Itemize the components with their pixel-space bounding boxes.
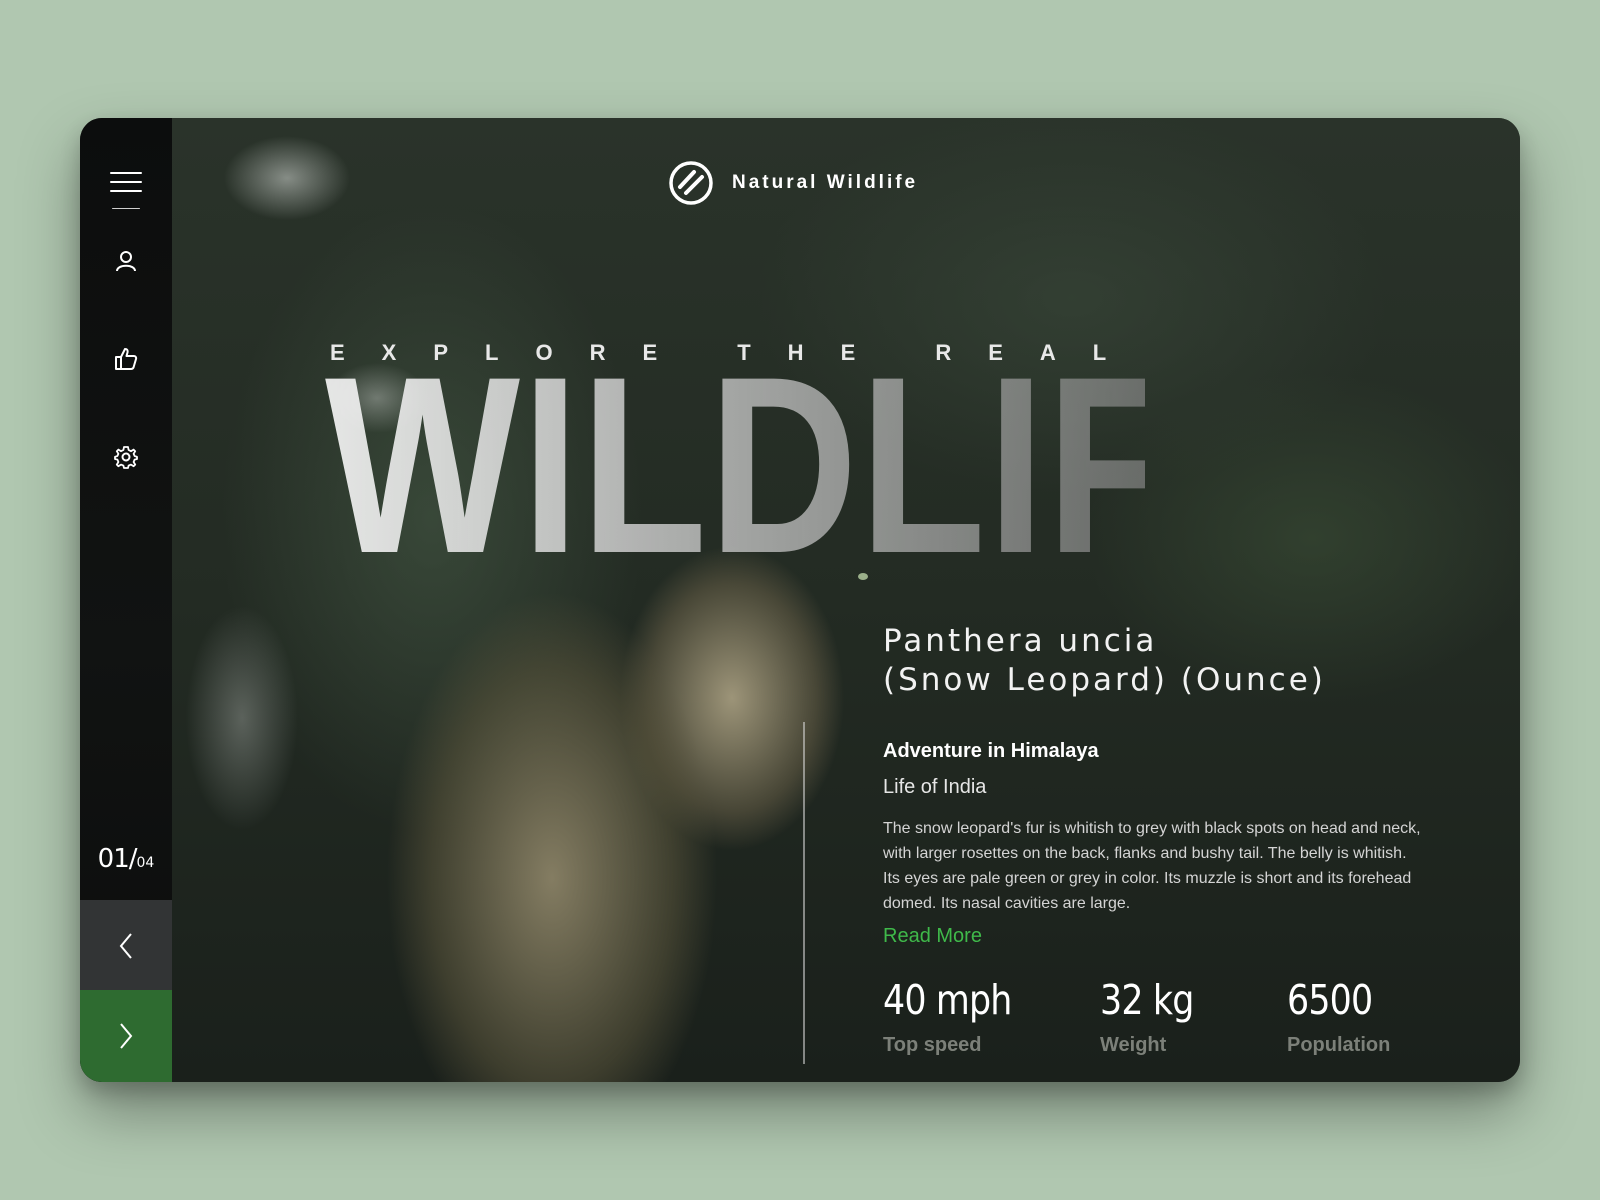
menu-icon[interactable] bbox=[110, 172, 142, 212]
stat-value: 6500 bbox=[1287, 976, 1373, 1024]
brand-logo[interactable]: Natural Wildlife bbox=[668, 160, 918, 206]
stat-top-speed: 40 mph Top speed bbox=[883, 976, 1034, 1057]
stat-population: 6500 Population bbox=[1287, 976, 1390, 1057]
previous-button[interactable] bbox=[80, 900, 172, 992]
species-scientific-name: Panthera uncia bbox=[883, 623, 1158, 659]
article-description: The snow leopard's fur is whitish to gre… bbox=[883, 820, 1421, 912]
stat-value: 32 kg bbox=[1100, 976, 1194, 1024]
species-common-name: (Snow Leopard) (Ounce) bbox=[883, 662, 1326, 698]
stat-label: Top speed bbox=[883, 1034, 982, 1056]
read-more-link[interactable]: Read More bbox=[883, 925, 982, 948]
stat-label: Weight bbox=[1100, 1034, 1167, 1056]
thumbs-up-icon[interactable] bbox=[113, 346, 139, 372]
stat-label: Population bbox=[1287, 1034, 1391, 1056]
stat-weight: 32 kg Weight bbox=[1100, 976, 1210, 1057]
slide-counter: 01/04 bbox=[80, 844, 172, 874]
article-location: Life of India bbox=[883, 776, 987, 798]
sidebar: 01/04 bbox=[80, 118, 172, 1082]
current-slide: 01/ bbox=[97, 844, 138, 874]
chevron-right-icon bbox=[120, 1023, 133, 1049]
species-name: Panthera uncia (Snow Leopard) (Ounce) bbox=[883, 622, 1326, 700]
next-button[interactable] bbox=[80, 990, 172, 1082]
article-subtitle: Adventure in Himalaya bbox=[883, 740, 1099, 762]
divider-line bbox=[803, 722, 805, 1064]
hero-title: WILDLIFE bbox=[325, 325, 1314, 606]
chevron-left-icon bbox=[119, 933, 132, 959]
brand-mark-icon bbox=[669, 161, 713, 205]
brand-name: Natural Wildlife bbox=[732, 172, 919, 193]
gear-icon[interactable] bbox=[113, 444, 139, 470]
stat-value: 40 mph bbox=[883, 976, 1012, 1024]
total-slides: 04 bbox=[136, 855, 155, 871]
user-icon[interactable] bbox=[113, 248, 139, 274]
